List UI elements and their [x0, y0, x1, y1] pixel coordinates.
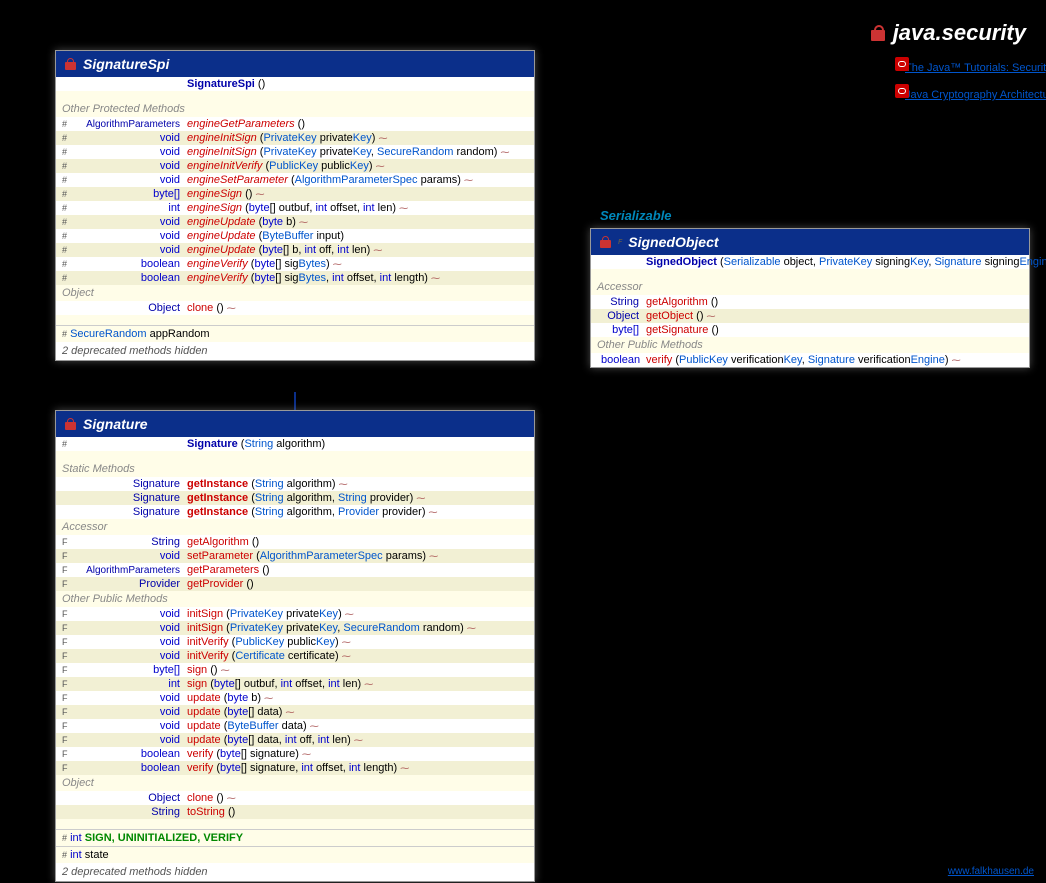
- method-row: FvoidinitSign (PrivateKey privateKey, Se…: [56, 621, 534, 635]
- method-row: #voidengineInitSign (PrivateKey privateK…: [56, 131, 534, 145]
- oracle-icon: [895, 57, 909, 71]
- section-label: Accessor: [591, 279, 1029, 295]
- constructor-row: SignatureSpi (): [56, 77, 534, 91]
- package-title: java.security: [869, 20, 1026, 46]
- link-jca[interactable]: Java Cryptography Architecture (JCA) Ref…: [905, 85, 1015, 105]
- method-row: #voidengineUpdate (byte b) ⁓: [56, 215, 534, 229]
- section-label: Object: [56, 285, 534, 301]
- hidden-note: 2 deprecated methods hidden: [56, 342, 534, 360]
- final-marker: F: [618, 239, 622, 246]
- card-body: SignedObject (Serializable object, Priva…: [591, 255, 1029, 367]
- constructor-row: #Signature (String algorithm): [56, 437, 534, 451]
- class-name: SignatureSpi: [83, 56, 169, 72]
- section-label: Static Methods: [56, 461, 534, 477]
- ctor-params: (): [258, 78, 265, 90]
- constructor-row: SignedObject (Serializable object, Priva…: [591, 255, 1029, 269]
- method-row: Objectclone () ⁓: [56, 301, 534, 315]
- class-card-signedobject: F SignedObject SignedObject (Serializabl…: [590, 228, 1030, 368]
- lock-icon: [869, 24, 887, 42]
- method-row: #voidengineUpdate (ByteBuffer input): [56, 229, 534, 243]
- card-body: #Signature (String algorithm) Static Met…: [56, 437, 534, 863]
- method-row: FProvidergetProvider (): [56, 577, 534, 591]
- footer-link[interactable]: www.falkhausen.de: [948, 866, 1034, 877]
- section-label: Object: [56, 775, 534, 791]
- ctor-name: SignatureSpi: [187, 78, 255, 90]
- method-row: FvoidinitVerify (Certificate certificate…: [56, 649, 534, 663]
- method-row: SignaturegetInstance (String algorithm, …: [56, 505, 534, 519]
- lock-icon: [64, 58, 77, 71]
- lock-icon: [599, 236, 612, 249]
- method-row: #voidengineSetParameter (AlgorithmParame…: [56, 173, 534, 187]
- lock-icon: [64, 418, 77, 431]
- method-row: ObjectgetObject () ⁓: [591, 309, 1029, 323]
- class-name: Signature: [83, 416, 148, 432]
- method-row: Fbooleanverify (byte[] signature, int of…: [56, 761, 534, 775]
- method-row: FvoidsetParameter (AlgorithmParameterSpe…: [56, 549, 534, 563]
- method-row: booleanverify (PublicKey verificationKey…: [591, 353, 1029, 367]
- method-row: StringgetAlgorithm (): [591, 295, 1029, 309]
- method-row: Fvoidupdate (byte b) ⁓: [56, 691, 534, 705]
- section-label: Accessor: [56, 519, 534, 535]
- oracle-icon: [895, 84, 909, 98]
- method-row: #voidengineInitVerify (PublicKey publicK…: [56, 159, 534, 173]
- method-row: SignaturegetInstance (String algorithm, …: [56, 491, 534, 505]
- reference-links: The Java™ Tutorials: Security Features i…: [889, 56, 1026, 110]
- interface-label: Serializable: [600, 208, 672, 223]
- field-row: # SecureRandom appRandom: [56, 325, 534, 342]
- method-row: #voidengineInitSign (PrivateKey privateK…: [56, 145, 534, 159]
- card-header[interactable]: Signature: [56, 411, 534, 437]
- method-row: Fvoidupdate (byte[] data) ⁓: [56, 705, 534, 719]
- method-row: FvoidinitVerify (PublicKey publicKey) ⁓: [56, 635, 534, 649]
- class-card-signature: Signature #Signature (String algorithm) …: [55, 410, 535, 882]
- hidden-note: 2 deprecated methods hidden: [56, 863, 534, 881]
- method-row: #AlgorithmParametersengineGetParameters …: [56, 117, 534, 131]
- method-row: Fbooleanverify (byte[] signature) ⁓: [56, 747, 534, 761]
- method-row: FvoidinitSign (PrivateKey privateKey) ⁓: [56, 607, 534, 621]
- inheritance-connector: [294, 392, 296, 410]
- package-name: java.security: [893, 20, 1026, 45]
- card-header[interactable]: F SignedObject: [591, 229, 1029, 255]
- field-row: # int SIGN, UNINITIALIZED, VERIFY: [56, 829, 534, 846]
- link-row: Java Cryptography Architecture (JCA) Ref…: [889, 83, 1026, 106]
- link-row: The Java™ Tutorials: Security Features i…: [889, 56, 1026, 79]
- card-header[interactable]: SignatureSpi: [56, 51, 534, 77]
- method-row: #intengineSign (byte[] outbuf, int offse…: [56, 201, 534, 215]
- method-row: FStringgetAlgorithm (): [56, 535, 534, 549]
- field-row: # int state: [56, 846, 534, 863]
- method-row: #booleanengineVerify (byte[] sigBytes, i…: [56, 271, 534, 285]
- method-row: Fintsign (byte[] outbuf, int offset, int…: [56, 677, 534, 691]
- section-label: Other Protected Methods: [56, 101, 534, 117]
- method-row: FAlgorithmParametersgetParameters (): [56, 563, 534, 577]
- method-row: Fvoidupdate (ByteBuffer data) ⁓: [56, 719, 534, 733]
- method-row: #byte[]engineSign () ⁓: [56, 187, 534, 201]
- method-row: #voidengineUpdate (byte[] b, int off, in…: [56, 243, 534, 257]
- method-row: StringtoString (): [56, 805, 534, 819]
- class-name: SignedObject: [628, 234, 718, 250]
- method-row: Fbyte[]sign () ⁓: [56, 663, 534, 677]
- method-row: SignaturegetInstance (String algorithm) …: [56, 477, 534, 491]
- method-row: byte[]getSignature (): [591, 323, 1029, 337]
- link-tutorials[interactable]: The Java™ Tutorials: Security Features i…: [905, 58, 1015, 78]
- card-body: SignatureSpi () Other Protected Methods …: [56, 77, 534, 342]
- method-row: Objectclone () ⁓: [56, 791, 534, 805]
- method-row: #booleanengineVerify (byte[] sigBytes) ⁓: [56, 257, 534, 271]
- section-label: Other Public Methods: [56, 591, 534, 607]
- class-card-signaturespi: SignatureSpi SignatureSpi () Other Prote…: [55, 50, 535, 361]
- method-row: Fvoidupdate (byte[] data, int off, int l…: [56, 733, 534, 747]
- section-label: Other Public Methods: [591, 337, 1029, 353]
